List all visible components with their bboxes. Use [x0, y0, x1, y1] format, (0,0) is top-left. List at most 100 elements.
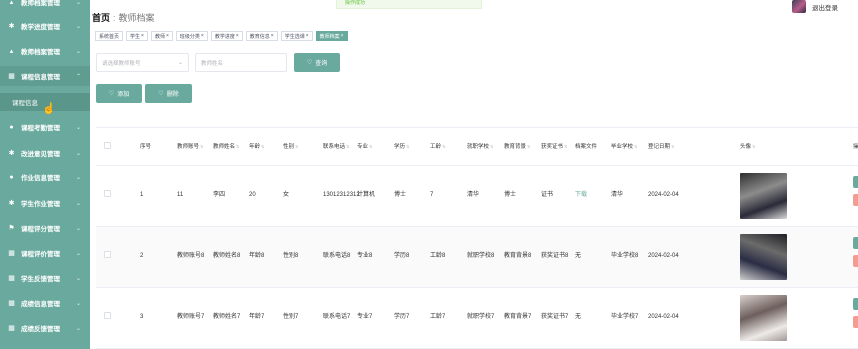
sidebar-item-3[interactable]: ▦ 课程信息管理 ⌃ — [0, 66, 90, 86]
sidebar-item-6[interactable]: ● 作业信息管理 ⌄ — [0, 167, 90, 187]
cell-value: 13012312312 — [323, 192, 360, 198]
cell-value: 学历8 — [394, 253, 410, 259]
breadcrumb-home[interactable]: 首页 — [92, 13, 110, 23]
sort-icon[interactable]: ⇅ — [346, 144, 349, 149]
select-all-checkbox-cell — [96, 128, 118, 166]
close-icon[interactable]: × — [341, 33, 344, 39]
view-button[interactable]: ♡查看 — [853, 297, 858, 310]
column-header-label: 毕业学校 — [611, 144, 634, 151]
column-header[interactable]: 毕业学校⇅ — [611, 128, 648, 166]
delete-button[interactable]: ♡删除 — [853, 254, 858, 267]
column-header[interactable]: 获奖证书⇅ — [541, 128, 575, 166]
sidebar-item-4[interactable]: ● 课程考勤管理 ⌄ — [0, 117, 90, 137]
delete-button[interactable]: ♡删除 — [853, 315, 858, 328]
close-icon[interactable]: × — [236, 33, 239, 39]
sort-icon[interactable]: ⇅ — [490, 144, 493, 149]
sort-icon[interactable]: ⇅ — [261, 144, 264, 149]
cell-value: 20 — [249, 192, 256, 198]
view-button[interactable]: ♡查看 — [853, 175, 858, 188]
tag-0[interactable]: 系统首页 — [95, 31, 124, 41]
sidebar-item-11[interactable]: ▦ 成绩信息管理 ⌄ — [0, 293, 90, 313]
sort-icon[interactable]: ⇅ — [527, 144, 530, 149]
delete-button[interactable]: ♡删除 — [853, 193, 858, 206]
row-checkbox[interactable] — [104, 190, 111, 197]
sidebar-item-9[interactable]: ▦ 课程评价管理 ⌄ — [0, 243, 90, 263]
sidebar-item-2[interactable]: ▴ 教师档案管理 ⌄ — [0, 41, 90, 61]
cell-name: 李四 — [213, 165, 249, 227]
cell-index: 3 — [140, 287, 177, 349]
breadcrumb-separator: : — [113, 13, 116, 23]
row-checkbox-cell — [96, 165, 118, 227]
chevron-down-icon: ⌄ — [75, 200, 81, 207]
sidebar-item-0[interactable]: ▴ 教师档案管理 ⌄ — [0, 0, 90, 12]
cell-phone: 联系电话8 — [323, 226, 357, 288]
column-header[interactable]: 头像⇅ — [740, 128, 853, 166]
column-header[interactable]: 教师姓名⇅ — [213, 128, 249, 166]
sidebar-item-1[interactable]: ✱ 教学进度管理 ⌄ — [0, 16, 90, 36]
chevron-down-icon: ⌄ — [75, 124, 81, 131]
sort-icon[interactable]: ⇅ — [295, 144, 298, 149]
tag-2[interactable]: 教师 × — [150, 31, 173, 41]
app-root: ▦ 成绩反馈管理 ⌄ ▦ 成绩信息管理 ⌄ ▦ 学生反馈管理 ⌄ ▦ 课程评价管理 ⌄ ⚑ 课程评分管理 ⌄… — [0, 0, 858, 349]
teacher-account-select[interactable]: 请选择教师账号 ⌄ — [96, 53, 189, 72]
search-button[interactable]: ♡ 查询 — [294, 53, 340, 72]
sidebar: ▦ 成绩反馈管理 ⌄ ▦ 成绩信息管理 ⌄ ▦ 学生反馈管理 ⌄ ▦ 课程评价管理 ⌄ ⚑ 课程评分管理 ⌄… — [0, 0, 90, 349]
close-icon[interactable]: × — [271, 33, 274, 39]
tag-1[interactable]: 学生 × — [126, 31, 148, 41]
avatar[interactable] — [792, 0, 806, 13]
sidebar-item-label: 课程考勤管理 — [21, 125, 60, 132]
sidebar-item-8[interactable]: ⚑ 课程评分管理 ⌄ — [0, 218, 90, 238]
row-checkbox[interactable] — [104, 251, 111, 258]
tag-label: 学生选课 — [284, 33, 305, 40]
column-header[interactable]: 联系电话⇅ — [323, 128, 357, 166]
search-button-label: 查询 — [315, 61, 328, 67]
sort-icon[interactable]: ⇅ — [442, 144, 445, 149]
column-header[interactable]: 学历⇅ — [394, 128, 430, 166]
column-header[interactable]: 教师账号⇅ — [177, 128, 213, 166]
column-header[interactable]: 工龄⇅ — [430, 128, 467, 166]
close-icon[interactable]: × — [201, 33, 204, 39]
select-all-checkbox[interactable] — [104, 141, 111, 149]
view-button[interactable]: ♡查看 — [853, 236, 858, 249]
download-link[interactable]: 下载 — [575, 192, 587, 198]
add-button[interactable]: ♡ 添加 — [96, 84, 142, 103]
tag-5[interactable]: 教育信息 × — [245, 31, 278, 41]
column-header[interactable]: 教育背景⇅ — [504, 128, 541, 166]
batch-delete-button[interactable]: ♡ 删除 — [145, 84, 192, 103]
sort-icon[interactable]: ⇅ — [634, 144, 637, 149]
sort-icon[interactable]: ⇅ — [369, 144, 372, 149]
sort-icon[interactable]: ⇅ — [406, 144, 409, 149]
tag-6[interactable]: 学生选课 × — [280, 31, 313, 41]
cell-value: 性别7 — [283, 314, 299, 320]
cell-value: 2024-02-04 — [648, 192, 679, 198]
sort-icon[interactable]: ⇅ — [200, 144, 203, 149]
logout-link[interactable]: 退出登录 — [812, 2, 838, 12]
sort-icon[interactable]: ⇅ — [671, 144, 674, 149]
sidebar-item-7[interactable]: ✱ 学生作业管理 ⌄ — [0, 193, 90, 213]
tag-4[interactable]: 教学进度 × — [210, 31, 243, 41]
column-header[interactable]: 就职学校⇅ — [467, 128, 504, 166]
sidebar-item-10[interactable]: ▦ 学生反馈管理 ⌄ — [0, 268, 90, 288]
tag-7[interactable]: 教师档案 × — [315, 31, 348, 41]
cell-file: 无 — [575, 226, 611, 288]
row-checkbox[interactable] — [104, 312, 111, 319]
cell-value: 毕业学校7 — [611, 314, 639, 320]
tag-3[interactable]: 班级分类 × — [175, 31, 208, 41]
close-icon[interactable]: × — [306, 33, 309, 39]
column-header[interactable]: 年龄⇅ — [249, 128, 283, 166]
column-header[interactable]: 性别⇅ — [283, 128, 323, 166]
search-form: 请选择教师账号 ⌄ 教师姓名 ♡ 查询 — [96, 53, 340, 72]
sidebar-item-5[interactable]: ✱ 改进意见管理 ⌄ — [0, 143, 90, 163]
column-header[interactable]: 专业⇅ — [357, 128, 394, 166]
column-header[interactable]: 登记日期⇅ — [648, 128, 740, 166]
cell-value: 2024-02-04 — [648, 253, 679, 259]
sort-icon[interactable]: ⇅ — [236, 144, 239, 149]
cell-years: 工龄8 — [430, 226, 467, 288]
sort-icon[interactable]: ⇅ — [564, 144, 567, 149]
cell-background: 教育背景7 — [504, 287, 541, 349]
teacher-name-input[interactable]: 教师姓名 — [195, 53, 287, 72]
sidebar-item-12[interactable]: ▦ 成绩反馈管理 ⌄ — [0, 318, 90, 338]
close-icon[interactable]: × — [141, 33, 144, 39]
sort-icon[interactable]: ⇅ — [752, 144, 755, 149]
close-icon[interactable]: × — [166, 33, 169, 39]
